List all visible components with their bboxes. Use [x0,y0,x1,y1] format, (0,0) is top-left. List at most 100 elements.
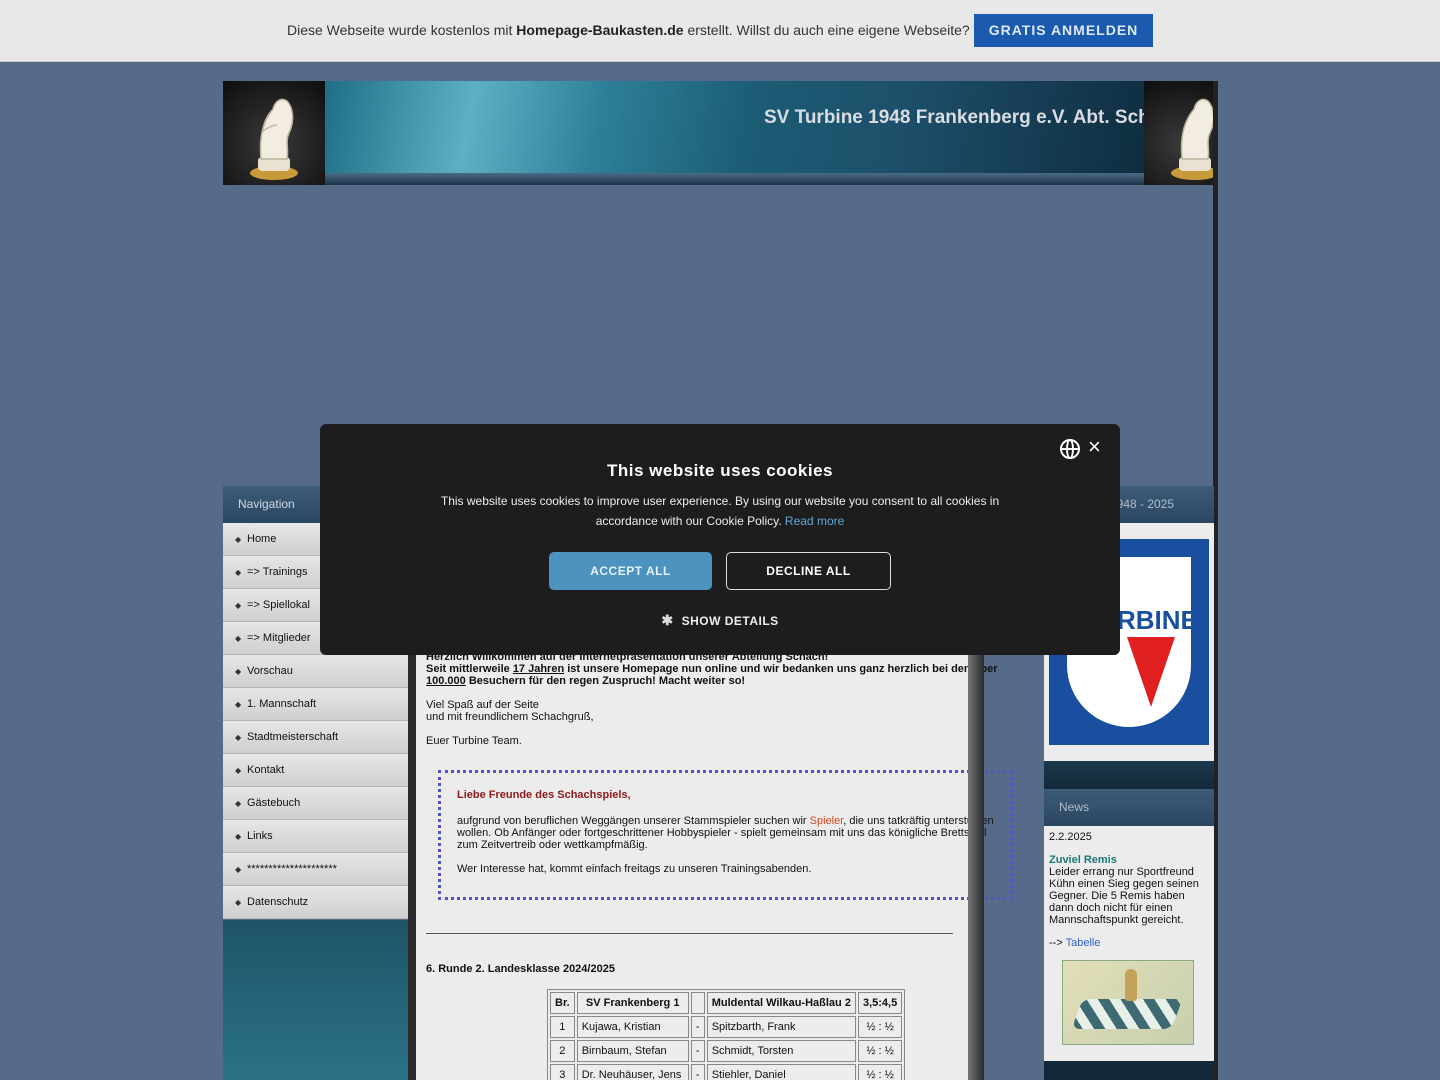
bullet-icon: ◆ [235,832,242,841]
years-highlight: 17 Jahren [512,663,565,675]
table-header-cell: SV Frankenberg 1 [576,992,689,1014]
cookie-description: This website uses cookies to improve use… [440,494,1000,528]
table-cell: - [690,1040,705,1062]
bullet-icon: ◆ [235,766,242,775]
bullet-icon: ◆ [235,568,242,577]
welcome-text-part: Seit mittlerweile [426,663,513,675]
nav-item-links[interactable]: ◆ Links [223,820,408,853]
divider [426,933,953,934]
table-cell: 2 [550,1040,575,1062]
show-details-label: SHOW DETAILS [681,614,779,628]
chessboard-map [1071,999,1183,1029]
cookie-text: This website uses cookies to improve use… [415,491,1025,531]
table-row: 3 Dr. Neuhäuser, Jens - Stiehler, Daniel… [550,1064,903,1080]
welcome-text-part: ist unsere Homepage nun online und wir b… [564,663,998,675]
table-cell: Kujawa, Kristian [576,1016,689,1038]
news-text: Leider errang nur Sportfreund Kühn einen… [1049,866,1199,926]
bullet-icon: ◆ [235,799,242,808]
recruitment-notice: Liebe Freunde des Schachspiels, aufgrund… [438,770,1013,900]
nav-item-label: Home [247,533,277,545]
table-cell: Schmidt, Torsten [706,1040,856,1062]
news-table-link[interactable]: Tabelle [1066,937,1101,949]
welcome-line: 100.000 Besuchern für den regen Zuspruch… [426,675,1026,687]
bullet-icon: ◆ [235,733,242,742]
decline-all-button[interactable]: DECLINE ALL [726,552,891,590]
nav-item-datenschutz[interactable]: ◆ Datenschutz [223,886,408,919]
table-header-row: Br. SV Frankenberg 1 Muldental Wilkau-Ha… [550,992,903,1014]
nav-item-label: Datenschutz [247,896,309,908]
site-header: SV Turbine 1948 Frankenberg e.V. Abt. Sc… [223,81,1218,185]
bullet-icon: ◆ [235,700,242,709]
chess-piece-icon [1125,969,1137,1001]
show-details-button[interactable]: ✱ SHOW DETAILS [650,612,790,629]
right-separator [1044,761,1214,789]
nav-item-gaestebuch[interactable]: ◆ Gästebuch [223,787,408,820]
nav-footer-fill [223,920,408,1080]
table-cell: ½ : ½ [857,1064,903,1080]
promo-text-after: erstellt. Willst du auch eine eigene Web… [683,22,970,38]
right-footer [1044,1061,1214,1080]
nav-item-mannschaft[interactable]: ◆ 1. Mannschaft [223,688,408,721]
nav-item-label: => Trainings [247,566,308,578]
nav-item-label: Gästebuch [247,797,301,809]
nav-item-label: 1. Mannschaft [247,698,317,710]
bullet-icon: ◆ [235,601,242,610]
notice-text: aufgrund von beruflichen Weggängen unser… [457,815,994,851]
bullet-icon: ◆ [235,535,242,544]
notice-text-part: aufgrund von beruflichen Weggängen unser… [457,815,810,827]
knight-logo-right [1144,81,1218,185]
table-cell: ½ : ½ [857,1016,903,1038]
table-header-cell: 3,5:4,5 [857,992,903,1014]
table-cell: ½ : ½ [857,1040,903,1062]
nav-item-kontakt[interactable]: ◆ Kontakt [223,754,408,787]
table-cell: - [690,1064,705,1080]
news-date: 2.2.2025 [1049,831,1092,843]
visitors-highlight: 100.000 [426,675,466,687]
accept-all-button[interactable]: ACCEPT ALL [549,552,712,590]
table-cell: Dr. Neuhäuser, Jens [576,1064,689,1080]
nav-item-label: Links [247,830,273,842]
lightning-icon [1127,637,1175,707]
news-arrow: --> [1049,937,1063,949]
bullet-icon: ◆ [235,865,242,874]
notice-highlight: Spieler [809,815,844,827]
results-table: Br. SV Frankenberg 1 Muldental Wilkau-Ha… [547,989,906,1080]
nav-item-stadtmeisterschaft[interactable]: ◆ Stadtmeisterschaft [223,721,408,754]
cookie-dialog: × This website uses cookies This website… [320,424,1120,655]
promo-brand: Homepage-Baukasten.de [516,22,684,38]
nav-item-label: => Mitglieder [247,632,311,644]
nav-item-label: Kontakt [247,764,285,776]
header-strip [325,173,1144,185]
table-cell: Birnbaum, Stefan [576,1040,689,1062]
globe-icon[interactable] [1060,439,1080,459]
greeting-line: und mit freundlichem Schachgruß, [426,711,594,723]
promo-text-before: Diese Webseite wurde kostenlos mit [287,22,517,38]
news-title: Zuviel Remis [1049,854,1117,866]
nav-item-vorschau[interactable]: ◆ Vorschau [223,655,408,688]
table-cell: Spitzbarth, Frank [706,1016,856,1038]
table-row: 2 Birnbaum, Stefan - Schmidt, Torsten ½ … [550,1040,903,1062]
greeting-signature: Euer Turbine Team. [426,735,522,747]
bullet-icon: ◆ [235,898,242,907]
table-cell: 3 [550,1064,575,1080]
promo-bar: Diese Webseite wurde kostenlos mit Homep… [0,0,1440,62]
table-cell: - [690,1016,705,1038]
site-title: SV Turbine 1948 Frankenberg e.V. Abt. Sc… [764,107,1183,128]
news-panel: 2.2.2025 Zuviel Remis Leider errang nur … [1044,826,1214,1061]
notice-text-footer: Wer Interesse hat, kommt einfach freitag… [457,863,812,875]
welcome-text-part: Besuchern für den regen Zuspruch! Macht … [465,675,746,687]
signup-button[interactable]: GRATIS ANMELDEN [974,14,1153,47]
welcome-line: Seit mittlerweile 17 Jahren ist unsere H… [426,663,1026,675]
cookie-title: This website uses cookies [606,461,834,480]
close-icon[interactable]: × [1088,434,1101,460]
welcome-text: Herzlich Willkommen auf der Internetpräs… [426,651,1026,687]
news-link-line: --> Tabelle [1049,937,1209,949]
read-more-link[interactable]: Read more [785,514,844,528]
nav-item-label: ********************* [247,863,337,875]
greeting-line: Viel Spaß auf der Seite [426,699,539,711]
table-cell: 1 [550,1016,575,1038]
nav-item-stars[interactable]: ◆ ********************* [223,853,408,886]
nav-item-label: Stadtmeisterschaft [247,731,339,743]
logo-text: RBINE [1117,605,1198,635]
knight-logo-left [223,81,325,185]
